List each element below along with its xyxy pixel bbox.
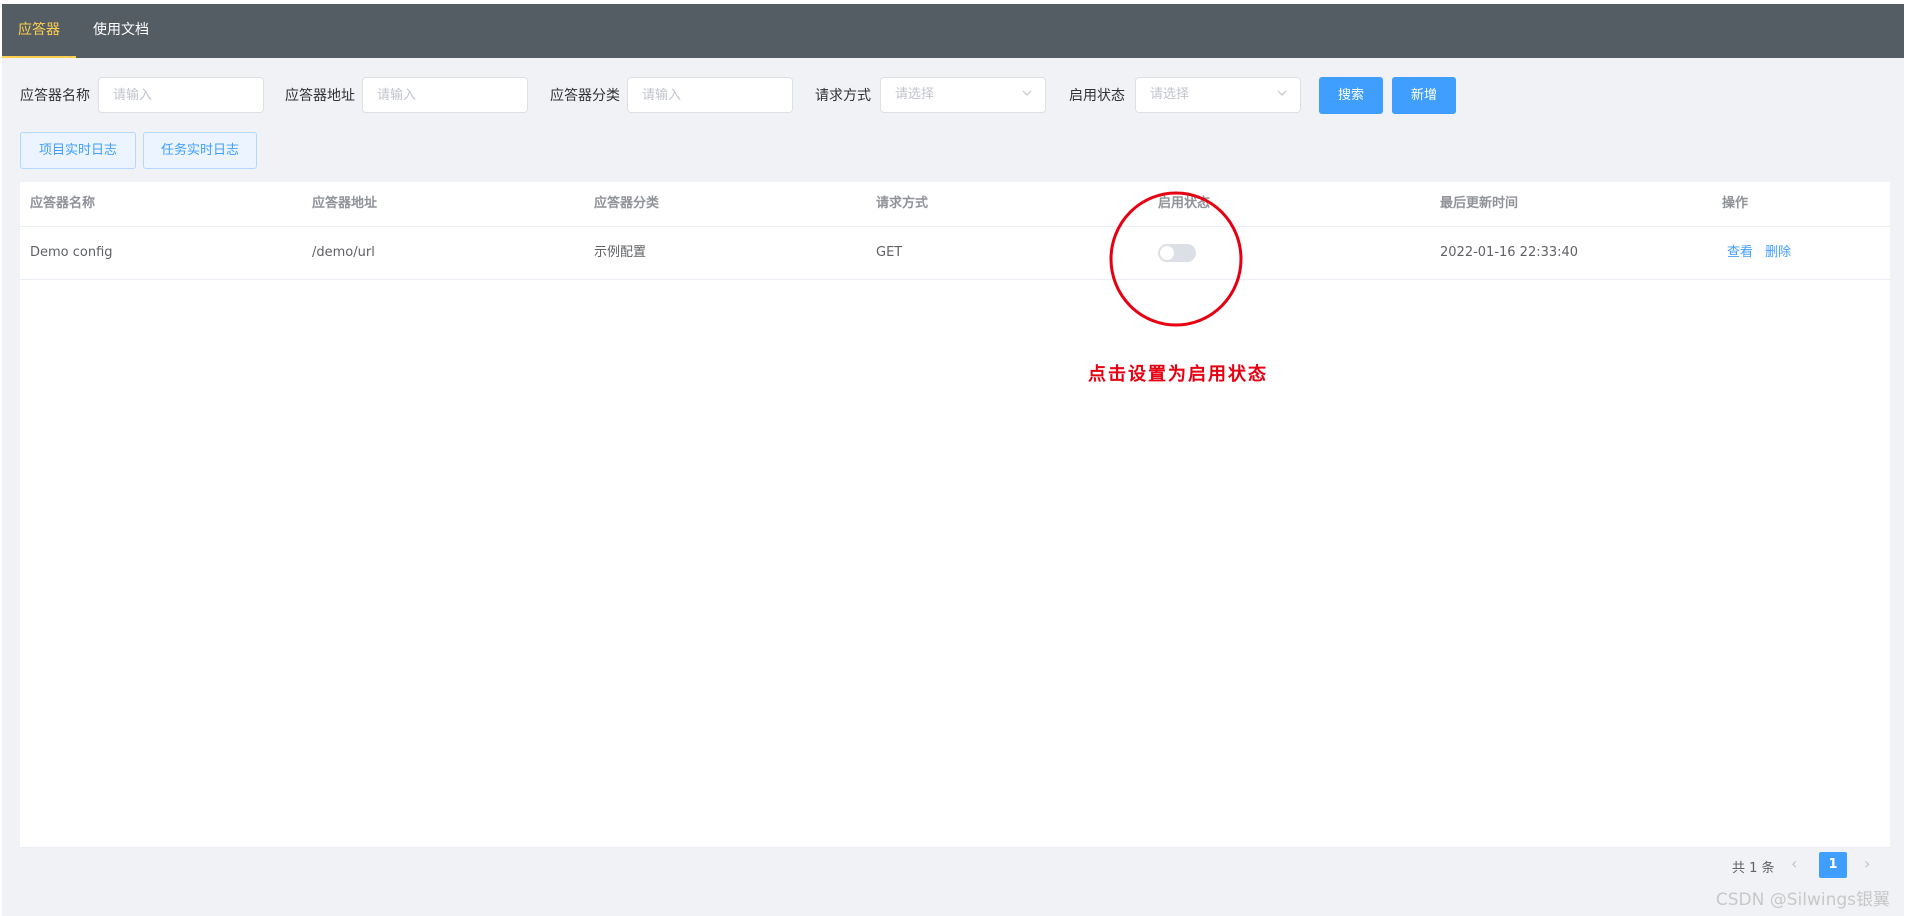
chevron-right-icon[interactable]: ›	[1864, 854, 1870, 873]
method-select-placeholder: 请选择	[895, 87, 935, 102]
cell-actions: 查看 删除	[1727, 227, 1791, 279]
address-filter-input[interactable]	[362, 77, 528, 113]
add-button[interactable]: 新增	[1392, 77, 1456, 114]
cell-address: /demo/url	[312, 245, 375, 260]
task-log-button[interactable]: 任务实时日志	[143, 132, 257, 169]
column-header-method: 请求方式	[876, 196, 929, 211]
pagination-page-1[interactable]: 1	[1819, 852, 1847, 878]
pagination-total: 共 1 条	[1732, 861, 1775, 876]
status-select[interactable]: 请选择	[1135, 77, 1301, 113]
name-filter-input[interactable]	[98, 77, 264, 113]
chevron-down-icon	[1277, 90, 1287, 96]
cell-category: 示例配置	[594, 245, 647, 260]
method-filter-label: 请求方式	[815, 88, 871, 104]
status-select-placeholder: 请选择	[1150, 87, 1190, 102]
column-header-actions: 操作	[1722, 196, 1749, 211]
nav-item-docs[interactable]: 使用文档	[84, 4, 158, 58]
top-nav-bar: 应答器 使用文档	[2, 4, 1904, 58]
view-link[interactable]: 查看	[1727, 245, 1753, 260]
annotation-circle	[1109, 191, 1243, 327]
project-log-button[interactable]: 项目实时日志	[20, 132, 136, 169]
category-filter-input[interactable]	[627, 77, 793, 113]
watermark: CSDN @Silwings银翼	[1715, 890, 1890, 910]
status-filter-label: 启用状态	[1069, 88, 1125, 104]
row-divider	[20, 279, 1890, 280]
chevron-down-icon	[1022, 90, 1032, 96]
responder-table: 应答器名称 应答器地址 应答器分类 请求方式 启用状态 最后更新时间 操作 De…	[20, 182, 1890, 848]
nav-item-responder[interactable]: 应答器	[2, 4, 76, 58]
column-header-category: 应答器分类	[594, 196, 660, 211]
table-bottom-border	[20, 847, 1890, 848]
chevron-left-icon[interactable]: ‹	[1791, 854, 1797, 873]
search-button[interactable]: 搜索	[1319, 77, 1383, 114]
name-filter-label: 应答器名称	[20, 88, 90, 104]
column-header-address: 应答器地址	[312, 196, 378, 211]
cell-updated-at: 2022-01-16 22:33:40	[1440, 245, 1579, 260]
cell-method: GET	[876, 245, 903, 260]
column-header-updated-at: 最后更新时间	[1440, 196, 1519, 211]
address-filter-label: 应答器地址	[285, 88, 355, 104]
header-divider	[20, 226, 1890, 227]
annotation-text: 点击设置为启用状态	[1088, 364, 1268, 385]
app-frame: 应答器 使用文档 应答器名称 应答器地址 应答器分类 请求方式 请选择 启用状态…	[2, 4, 1904, 916]
method-select[interactable]: 请选择	[880, 77, 1046, 113]
category-filter-label: 应答器分类	[550, 88, 620, 104]
delete-link[interactable]: 删除	[1765, 245, 1791, 260]
cell-name: Demo config	[30, 245, 113, 260]
column-header-name: 应答器名称	[30, 196, 96, 211]
